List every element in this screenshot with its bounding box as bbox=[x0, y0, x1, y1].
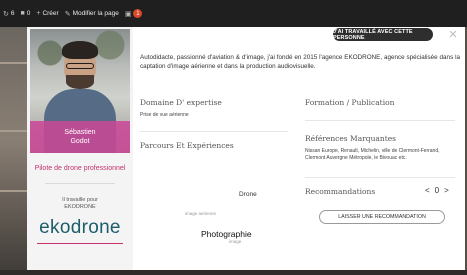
background-page-bottom bbox=[0, 270, 467, 275]
admin-bar: ↻ 6 ■ 0 + Créer ✎ Modifier la page ▣ 1 bbox=[0, 0, 467, 27]
references-title: Références Marquantes bbox=[305, 134, 396, 143]
works-for-block: Il travaille pour EKODRONE bbox=[30, 197, 130, 211]
edit-page-label: Modifier la page bbox=[72, 10, 119, 17]
divider bbox=[305, 120, 455, 121]
company-name: EKODRONE bbox=[64, 204, 96, 210]
works-for-label: Il travaille pour bbox=[62, 197, 98, 203]
plugin-menu[interactable]: ▣ 1 bbox=[125, 9, 143, 18]
tag-aerial-image[interactable]: image aerienne bbox=[185, 211, 216, 216]
profile-job-title: Pilote de drone professionnel bbox=[34, 165, 126, 172]
prev-recommendation-button[interactable]: < bbox=[425, 186, 430, 195]
profile-bio: Autodidacte, passionné d'aviation & d'im… bbox=[140, 54, 460, 70]
divider bbox=[45, 183, 115, 184]
comment-icon: ■ bbox=[20, 10, 25, 17]
logo-underline bbox=[37, 243, 123, 244]
profile-last-name: Godot bbox=[70, 138, 90, 145]
tag-image[interactable]: image bbox=[229, 239, 241, 244]
recommendations-count: 0 bbox=[434, 186, 440, 195]
refresh-icon: ↻ bbox=[3, 10, 9, 18]
worked-with-badge[interactable]: J'AI TRAVAILLÉ AVEC CETTE PERSONNE bbox=[333, 28, 433, 41]
plugin-icon: ▣ bbox=[124, 10, 132, 18]
updates-count: 6 bbox=[10, 10, 15, 17]
recommendations-title: Recommandations bbox=[305, 187, 376, 196]
company-logo[interactable]: ekodrone bbox=[30, 217, 130, 239]
background-page-left bbox=[0, 27, 27, 275]
profile-sidebar: Sébastien Godot Pilote de drone professi… bbox=[27, 27, 133, 270]
create-label: Créer bbox=[42, 10, 59, 17]
comments-item[interactable]: ■ 0 bbox=[21, 10, 31, 17]
background-stripe bbox=[0, 62, 27, 64]
profile-first-name: Sébastien bbox=[64, 129, 96, 136]
create-menu[interactable]: + Créer bbox=[36, 10, 58, 17]
notification-badge: 1 bbox=[133, 9, 143, 18]
close-icon[interactable]: ✕ bbox=[446, 27, 460, 41]
experience-title: Parcours Et Expériences bbox=[140, 141, 234, 150]
profile-name-band: Sébastien Godot bbox=[30, 121, 130, 153]
background-stripe bbox=[0, 190, 27, 192]
training-title: Formation / Publication bbox=[305, 98, 395, 107]
recommendations-nav: < 0 > bbox=[425, 186, 449, 195]
updates-item[interactable]: ↻ 6 bbox=[3, 10, 15, 18]
profile-modal: Sébastien Godot Pilote de drone professi… bbox=[27, 27, 465, 270]
comments-count: 0 bbox=[26, 10, 31, 17]
plus-icon: + bbox=[36, 10, 41, 17]
divider bbox=[305, 177, 455, 178]
edit-page-link[interactable]: ✎ Modifier la page bbox=[65, 10, 119, 18]
divider bbox=[140, 131, 288, 132]
background-stripe bbox=[0, 130, 27, 132]
references-text: Nissan Europe, Renault, Michelin, ville … bbox=[305, 148, 440, 161]
pencil-icon: ✎ bbox=[64, 10, 71, 18]
next-recommendation-button[interactable]: > bbox=[444, 186, 449, 195]
expertise-title: Domaine D' expertise bbox=[140, 98, 222, 107]
tag-photography[interactable]: Photographie bbox=[201, 229, 252, 239]
leave-recommendation-button[interactable]: LAISSER UNE RECOMMANDATION bbox=[319, 210, 445, 224]
expertise-text: Prise de vue aérienne bbox=[140, 112, 189, 118]
tag-drone[interactable]: Drone bbox=[239, 191, 257, 198]
